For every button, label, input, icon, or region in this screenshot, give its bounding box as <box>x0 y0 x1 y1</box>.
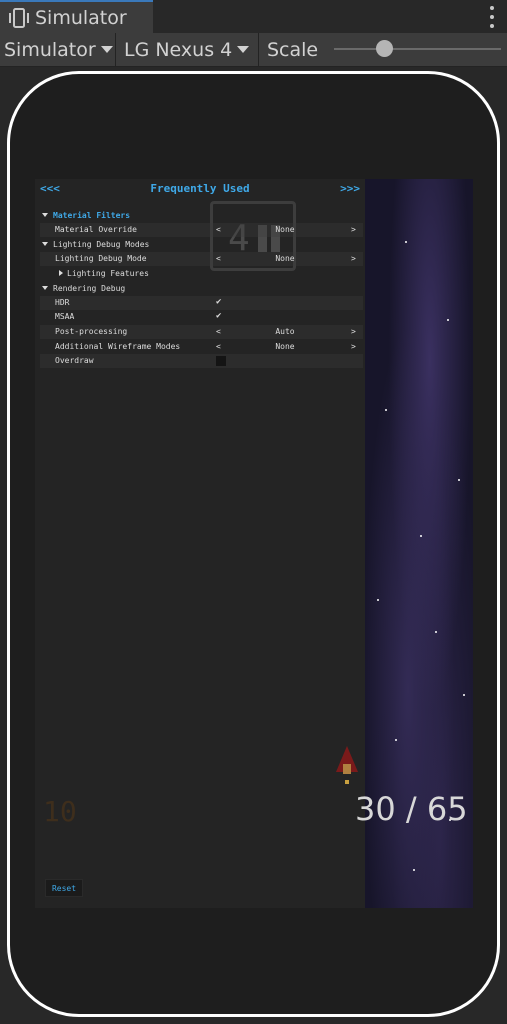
enum-value: None <box>275 225 295 234</box>
enum-next-button[interactable]: > <box>351 327 356 336</box>
scale-slider-track[interactable] <box>334 48 501 50</box>
enum-value: None <box>275 342 295 351</box>
row-material-override: Material Override < None > <box>40 223 363 237</box>
scale-label: Scale <box>267 38 319 61</box>
scale-slider-thumb[interactable] <box>375 40 393 57</box>
rendering-debugger-panel: 4 <<< Frequently Used >>> Material Filte… <box>35 179 365 908</box>
enum-next-button[interactable]: > <box>351 225 356 234</box>
section-rendering-debug[interactable]: Rendering Debug <box>40 282 363 296</box>
foldout-lighting-features[interactable]: Lighting Features <box>40 267 363 281</box>
device-simulator-icon <box>8 7 30 29</box>
row-label: Overdraw <box>55 356 94 365</box>
chevron-down-icon <box>237 46 250 53</box>
row-label: Post-processing <box>55 327 128 336</box>
row-label: MSAA <box>55 312 75 321</box>
section-lighting-debug-modes[interactable]: Lighting Debug Modes <box>40 238 363 252</box>
tab-title: Simulator <box>35 6 127 29</box>
section-material-filters[interactable]: Material Filters <box>40 209 363 223</box>
chevron-down-icon <box>100 46 113 53</box>
expand-arrow-icon <box>42 242 48 246</box>
collapsed-arrow-icon <box>59 270 63 276</box>
enum-next-button[interactable]: > <box>351 342 356 351</box>
msaa-checkbox[interactable]: ✔ <box>216 311 221 321</box>
more-options-icon[interactable] <box>489 6 495 28</box>
panel-header: <<< Frequently Used >>> <box>40 182 360 200</box>
row-additional-wireframe-modes: Additional Wireframe Modes < None > <box>40 340 363 354</box>
enum-value: Auto <box>275 327 295 336</box>
hud-left-counter: 10 <box>43 795 77 828</box>
hdr-checkbox[interactable]: ✔ <box>216 297 221 307</box>
panel-title: Frequently Used <box>150 182 250 195</box>
section-label: Rendering Debug <box>53 284 126 293</box>
reset-label: Reset <box>51 883 77 893</box>
reset-button[interactable]: Reset <box>45 879 83 897</box>
device-label: LG Nexus 4 <box>124 38 233 61</box>
simulator-toolbar: Simulator LG Nexus 4 Scale <box>0 33 507 67</box>
expand-arrow-icon <box>42 286 48 290</box>
row-lighting-debug-mode: Lighting Debug Mode < None > <box>40 252 363 266</box>
row-post-processing: Post-processing < Auto > <box>40 325 363 339</box>
hud-right-counter: 30 / 65 <box>355 790 468 828</box>
section-label: Material Filters <box>53 211 131 220</box>
editor-tab-bar: Simulator <box>0 0 507 34</box>
row-label: HDR <box>55 298 70 307</box>
device-dropdown[interactable]: LG Nexus 4 <box>116 33 259 66</box>
row-label: Lighting Debug Mode <box>55 254 147 263</box>
simulator-mode-label: Simulator <box>4 38 96 61</box>
row-label: Material Override <box>55 225 137 234</box>
enum-next-button[interactable]: > <box>351 254 356 263</box>
section-label: Lighting Debug Modes <box>53 240 150 249</box>
row-label: Additional Wireframe Modes <box>55 342 181 351</box>
row-msaa: MSAA ✔ <box>40 310 363 324</box>
game-screen[interactable]: 4 <<< Frequently Used >>> Material Filte… <box>35 179 473 908</box>
simulator-mode-dropdown[interactable]: Simulator <box>0 33 116 66</box>
next-panel-button[interactable]: >>> <box>340 182 360 195</box>
player-ship-icon <box>336 746 358 784</box>
row-overdraw: Overdraw <box>40 354 363 368</box>
row-hdr: HDR ✔ <box>40 296 363 310</box>
overdraw-checkbox[interactable] <box>216 356 226 366</box>
simulator-tab[interactable]: Simulator <box>0 0 153 33</box>
expand-arrow-icon <box>42 213 48 217</box>
enum-value: None <box>275 254 295 263</box>
foldout-label: Lighting Features <box>67 269 149 278</box>
